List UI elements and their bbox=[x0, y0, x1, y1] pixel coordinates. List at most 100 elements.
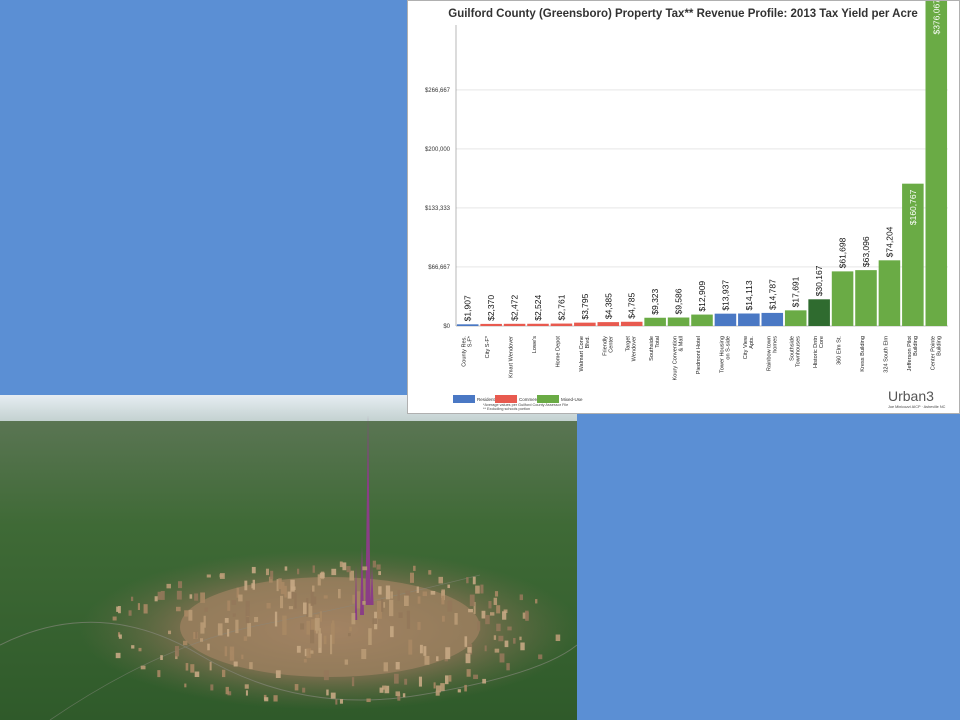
building-block bbox=[318, 628, 320, 648]
x-tick-label: Apts. bbox=[749, 336, 755, 349]
building-block bbox=[383, 602, 385, 608]
x-tick-label: Kress Building bbox=[860, 336, 866, 372]
building-block bbox=[447, 585, 450, 588]
building-block bbox=[513, 638, 515, 644]
bar bbox=[738, 314, 760, 326]
building-block bbox=[420, 645, 423, 653]
building-block bbox=[200, 592, 205, 602]
building-block bbox=[466, 654, 471, 664]
building-block bbox=[498, 636, 503, 641]
building-block bbox=[368, 628, 371, 645]
building-block bbox=[519, 637, 521, 641]
legend: Residential Commercial Mixed-Use bbox=[453, 395, 583, 403]
building-block bbox=[438, 577, 443, 584]
building-block bbox=[436, 685, 441, 692]
building-block bbox=[520, 642, 524, 650]
bar bbox=[480, 324, 502, 326]
x-tick-label: & Mall bbox=[679, 336, 685, 352]
building-block bbox=[267, 603, 271, 609]
building-block bbox=[417, 586, 419, 592]
building-block bbox=[442, 616, 445, 622]
building-block bbox=[445, 647, 450, 659]
data-label: $14,787 bbox=[767, 279, 777, 310]
bar bbox=[808, 299, 830, 326]
bar bbox=[621, 322, 643, 326]
building-block bbox=[273, 695, 277, 701]
building-block bbox=[556, 635, 561, 641]
bar bbox=[715, 314, 737, 326]
data-label: $2,761 bbox=[556, 294, 566, 320]
bar bbox=[785, 310, 807, 326]
building-block bbox=[352, 677, 354, 686]
building-block bbox=[404, 679, 407, 685]
building-block bbox=[535, 599, 537, 603]
building-block bbox=[300, 623, 304, 629]
building-block bbox=[311, 590, 314, 606]
building-block bbox=[399, 612, 403, 618]
building-block bbox=[466, 577, 468, 583]
building-block bbox=[119, 634, 122, 638]
building-block bbox=[398, 590, 400, 601]
building-block bbox=[345, 659, 348, 664]
x-tick-label: Home Depot bbox=[555, 336, 561, 368]
x-tick-label: S-F* bbox=[468, 335, 474, 347]
building-block bbox=[116, 653, 121, 658]
building-block bbox=[310, 630, 314, 643]
building-block bbox=[445, 675, 449, 684]
building-block bbox=[244, 636, 247, 641]
building-block bbox=[384, 662, 388, 671]
building-block bbox=[372, 618, 377, 624]
data-label: $2,370 bbox=[486, 295, 496, 321]
legend-label: Mixed-Use bbox=[561, 397, 583, 402]
building-block bbox=[505, 641, 509, 648]
building-block bbox=[288, 592, 292, 599]
building-block bbox=[176, 607, 181, 611]
building-block bbox=[376, 564, 380, 569]
x-tick-label: Kmart Wendover bbox=[509, 336, 515, 378]
building-block bbox=[417, 622, 420, 630]
building-block bbox=[310, 650, 313, 653]
building-block bbox=[225, 618, 229, 623]
x-tick-label: Core bbox=[819, 336, 825, 348]
bar bbox=[832, 271, 854, 326]
urban3-logo: Urban3 bbox=[888, 388, 934, 404]
x-tick-label: Lowe's bbox=[532, 336, 538, 353]
building-block bbox=[178, 581, 182, 588]
building-block bbox=[482, 611, 486, 619]
building-block bbox=[251, 583, 254, 588]
bar bbox=[668, 318, 690, 326]
building-block bbox=[233, 613, 236, 616]
y-tick-label: $200,000 bbox=[425, 147, 451, 153]
building-block bbox=[473, 675, 478, 679]
building-block bbox=[404, 596, 409, 606]
x-tick-label: Building bbox=[913, 336, 919, 356]
building-block bbox=[423, 592, 427, 597]
building-block bbox=[408, 640, 412, 655]
x-tick-label: Blvd. bbox=[585, 336, 591, 349]
building-block bbox=[204, 607, 207, 611]
building-block bbox=[423, 646, 426, 656]
building-block bbox=[297, 646, 301, 653]
building-block bbox=[313, 565, 315, 572]
building-block bbox=[168, 631, 171, 634]
x-tick-label: 360 Elm St. bbox=[837, 336, 843, 365]
building-block bbox=[464, 685, 467, 692]
data-label: $4,385 bbox=[603, 293, 613, 319]
building-block bbox=[246, 601, 250, 617]
bar bbox=[504, 324, 526, 326]
building-block bbox=[144, 604, 148, 613]
building-block bbox=[294, 593, 296, 609]
building-block bbox=[161, 591, 165, 600]
building-block bbox=[141, 666, 146, 670]
x-axis-ticks: County Res. S-F* City S-F* Kmart Wendover Lo… bbox=[462, 335, 943, 380]
building-block bbox=[394, 674, 399, 684]
building-block bbox=[475, 586, 480, 594]
x-tick-label: on S-side bbox=[725, 336, 731, 360]
bar bbox=[691, 315, 713, 326]
building-block bbox=[525, 612, 529, 621]
bar-chart: Guilford County (Greensboro) Property Ta… bbox=[408, 1, 959, 413]
building-block bbox=[252, 567, 256, 573]
building-block bbox=[324, 670, 329, 680]
building-block bbox=[131, 597, 133, 601]
building-block bbox=[160, 655, 163, 660]
